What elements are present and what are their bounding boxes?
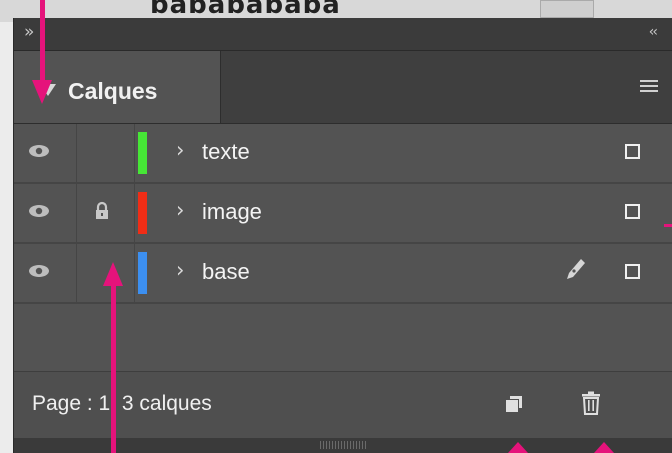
panel-titlebar: » ‹‹	[14, 18, 672, 51]
trash-icon[interactable]	[581, 391, 601, 415]
panel-tab-row: Calques	[14, 51, 672, 124]
chevron-right-icon[interactable]: ›	[176, 198, 184, 222]
eye-icon[interactable]	[28, 264, 50, 278]
chevron-right-icon[interactable]: ›	[176, 258, 184, 282]
layer-name[interactable]: image	[202, 199, 262, 225]
expand-panel-icon[interactable]: »	[24, 22, 34, 42]
layer-color-swatch	[138, 132, 147, 174]
panel-menu-icon[interactable]	[640, 80, 658, 95]
collapse-panel-icon[interactable]: ‹‹	[649, 24, 658, 40]
layer-name[interactable]: base	[202, 259, 250, 285]
tab-title: Calques	[68, 78, 158, 104]
layer-select-box[interactable]	[625, 204, 640, 219]
layer-select-box[interactable]	[625, 144, 640, 159]
layer-row-image[interactable]: › image	[14, 184, 672, 244]
chevron-right-icon[interactable]: ›	[176, 138, 184, 162]
layer-name[interactable]: texte	[202, 139, 250, 165]
new-layer-icon[interactable]	[504, 394, 524, 414]
lock-icon[interactable]	[94, 201, 110, 221]
layer-select-box[interactable]	[625, 264, 640, 279]
resize-grip-icon[interactable]	[320, 441, 366, 449]
layer-count-status: Page : 1, 3 calques	[32, 392, 212, 415]
eye-icon[interactable]	[28, 144, 50, 158]
layer-row-texte[interactable]: › texte	[14, 124, 672, 184]
layer-color-swatch	[138, 252, 147, 294]
background-text: bababababa	[150, 0, 341, 20]
background-block	[540, 0, 594, 18]
pen-icon	[567, 259, 585, 279]
layer-color-swatch	[138, 192, 147, 234]
eye-icon[interactable]	[28, 204, 50, 218]
